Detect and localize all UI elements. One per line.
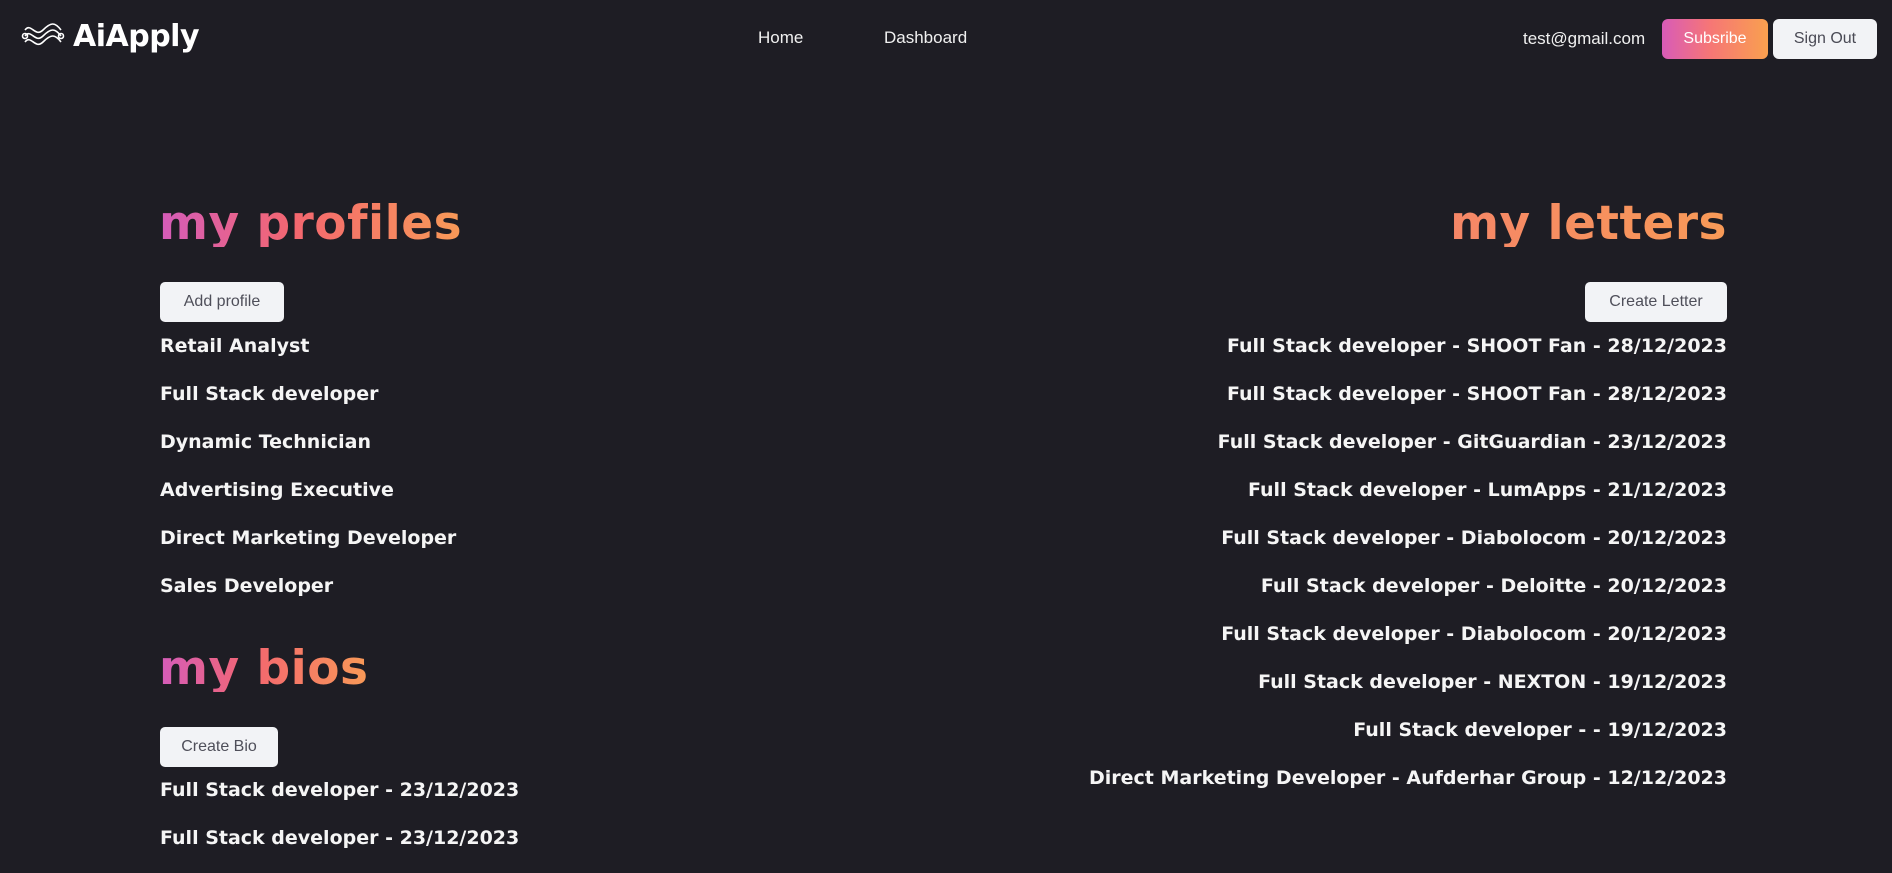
page: AiApply Home Dashboard test@gmail.com Su… bbox=[0, 0, 1892, 873]
profiles-heading: my profiles bbox=[159, 196, 463, 251]
logo-icon bbox=[21, 23, 65, 46]
profile-item[interactable]: Advertising Executive bbox=[160, 478, 456, 526]
letter-item[interactable]: Full Stack developer - SHOOT Fan - 28/12… bbox=[1089, 334, 1727, 382]
profile-item[interactable]: Direct Marketing Developer bbox=[160, 526, 456, 574]
letters-list: Full Stack developer - SHOOT Fan - 28/12… bbox=[1089, 334, 1727, 814]
letter-item[interactable]: Full Stack developer - LumApps - 21/12/2… bbox=[1089, 478, 1727, 526]
letter-item[interactable]: Full Stack developer - GitGuardian - 23/… bbox=[1089, 430, 1727, 478]
letter-item[interactable]: Full Stack developer - Diabolocom - 20/1… bbox=[1089, 622, 1727, 670]
nav-dashboard-link[interactable]: Dashboard bbox=[884, 28, 967, 48]
profile-item[interactable]: Sales Developer bbox=[160, 574, 456, 622]
letter-item[interactable]: Full Stack developer - - 19/12/2023 bbox=[1089, 718, 1727, 766]
add-profile-button[interactable]: Add profile bbox=[160, 282, 284, 322]
top-nav-bar: AiApply Home Dashboard test@gmail.com Su… bbox=[0, 0, 1892, 78]
bio-item[interactable]: Full Stack developer - 23/12/2023 bbox=[160, 778, 519, 826]
bios-heading: my bios bbox=[159, 641, 369, 696]
brand-name: AiApply bbox=[73, 18, 200, 54]
profile-item[interactable]: Full Stack developer bbox=[160, 382, 456, 430]
bios-list: Full Stack developer - 23/12/2023 Full S… bbox=[160, 778, 519, 873]
brand-logo-link[interactable]: AiApply bbox=[21, 18, 200, 54]
user-email: test@gmail.com bbox=[1523, 29, 1646, 48]
create-bio-button[interactable]: Create Bio bbox=[160, 727, 278, 767]
sign-out-button[interactable]: Sign Out bbox=[1773, 19, 1877, 59]
profiles-list: Retail Analyst Full Stack developer Dyna… bbox=[160, 334, 456, 622]
create-letter-button[interactable]: Create Letter bbox=[1585, 282, 1727, 322]
letter-item[interactable]: Full Stack developer - SHOOT Fan - 28/12… bbox=[1089, 382, 1727, 430]
letter-item[interactable]: Full Stack developer - Diabolocom - 20/1… bbox=[1089, 526, 1727, 574]
letters-heading: my letters bbox=[1450, 196, 1727, 251]
bio-item[interactable]: Full Stack developer - 23/12/2023 bbox=[160, 826, 519, 873]
nav-home-link[interactable]: Home bbox=[758, 28, 803, 48]
profile-item[interactable]: Dynamic Technician bbox=[160, 430, 456, 478]
letter-item[interactable]: Direct Marketing Developer - Aufderhar G… bbox=[1089, 766, 1727, 814]
subscribe-button[interactable]: Subsribe bbox=[1662, 19, 1768, 59]
profile-item[interactable]: Retail Analyst bbox=[160, 334, 456, 382]
letter-item[interactable]: Full Stack developer - NEXTON - 19/12/20… bbox=[1089, 670, 1727, 718]
letter-item[interactable]: Full Stack developer - Deloitte - 20/12/… bbox=[1089, 574, 1727, 622]
